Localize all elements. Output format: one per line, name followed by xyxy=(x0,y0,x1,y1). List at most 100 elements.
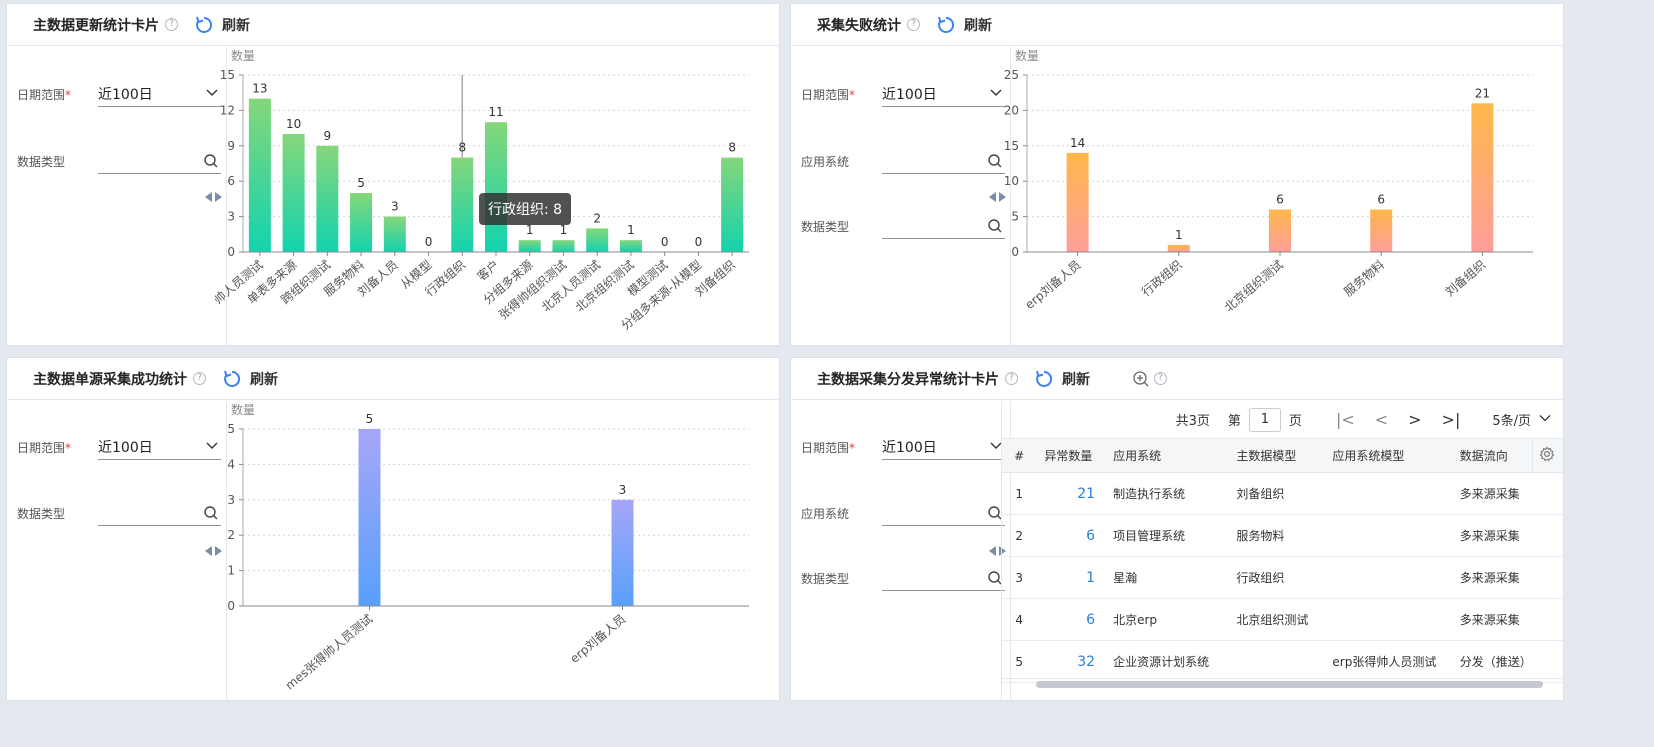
date-range-label: 日期范围* xyxy=(801,87,856,102)
data-label: 21 xyxy=(1475,86,1490,100)
bar xyxy=(1471,103,1494,252)
column-header[interactable]: 主数据模型 xyxy=(1228,438,1325,473)
table-row[interactable]: 4 6 北京erp 北京组织测试 多来源采集 xyxy=(1002,598,1563,641)
data-type-input[interactable] xyxy=(98,148,221,174)
data-type-input[interactable] xyxy=(882,565,1005,591)
cell-data-flow: 多来源采集 xyxy=(1451,598,1533,641)
date-range-filter: 日期范围* 近100日 xyxy=(17,434,222,460)
y-tick-label: 0 xyxy=(227,599,235,613)
data-label: 1 xyxy=(526,223,534,237)
date-range-select[interactable]: 近100日 xyxy=(882,81,1005,107)
y-tick-label: 3 xyxy=(227,210,235,224)
data-label: 1 xyxy=(1175,228,1183,242)
refresh-button[interactable]: 刷新 xyxy=(222,15,250,35)
data-label: 8 xyxy=(458,141,466,155)
refresh-icon[interactable] xyxy=(222,369,242,389)
help-icon[interactable]: ? xyxy=(165,18,178,31)
help-icon[interactable]: ? xyxy=(907,18,920,31)
table-row[interactable]: 5 32 企业资源计划系统 erp张得帅人员测试 分发（推送） xyxy=(1002,640,1563,683)
app-system-input[interactable] xyxy=(882,148,1005,174)
horizontal-scrollbar[interactable] xyxy=(1002,678,1563,688)
cell-data-flow: 多来源采集 xyxy=(1451,472,1533,515)
y-tick-label: 25 xyxy=(1004,68,1019,82)
card-title: 采集失败统计 xyxy=(817,17,901,34)
cell-app-system: 北京erp xyxy=(1105,598,1229,641)
cell-master-model xyxy=(1228,640,1325,683)
cell-app-system: 企业资源计划系统 xyxy=(1105,640,1229,683)
card-collect-distribute-exception-stats: 主数据采集分发异常统计卡片 ? 刷新 ? 日期范围* 近100日 应用系统 数据… xyxy=(790,357,1564,701)
data-type-label: 数据类型 xyxy=(17,154,66,169)
app-system-filter: 应用系统 xyxy=(801,500,1006,526)
cell-app-system: 制造执行系统 xyxy=(1105,472,1229,515)
y-axis-title: 数量 xyxy=(1015,48,1039,63)
date-range-select[interactable]: 近100日 xyxy=(98,81,221,107)
card-title: 主数据更新统计卡片 xyxy=(33,17,159,34)
row-index: 4 xyxy=(1002,598,1037,641)
exception-count-link[interactable]: 1 xyxy=(1036,556,1106,599)
zoom-in-icon[interactable] xyxy=(1132,370,1150,388)
refresh-icon[interactable] xyxy=(1034,369,1054,389)
refresh-button[interactable]: 刷新 xyxy=(250,369,278,389)
last-page-button[interactable]: >| xyxy=(1436,410,1467,429)
next-page-button[interactable]: > xyxy=(1402,410,1427,429)
gear-icon[interactable] xyxy=(1539,446,1555,465)
date-range-select[interactable]: 近100日 xyxy=(98,434,221,460)
column-header[interactable]: # xyxy=(1002,438,1037,473)
first-page-button[interactable]: |< xyxy=(1330,410,1361,429)
help-icon[interactable]: ? xyxy=(1154,372,1167,385)
cell-app-system: 星瀚 xyxy=(1105,556,1229,599)
refresh-icon[interactable] xyxy=(936,15,956,35)
app-system-input[interactable] xyxy=(882,500,1005,526)
y-tick-label: 5 xyxy=(227,422,235,436)
column-header[interactable]: 数据流向 xyxy=(1451,438,1533,473)
column-header[interactable]: 异常数量 xyxy=(1036,438,1106,473)
data-label: 1 xyxy=(627,223,635,237)
x-tick-label: erp刘备人员 xyxy=(567,612,628,666)
help-icon[interactable]: ? xyxy=(193,372,206,385)
bar xyxy=(1167,244,1190,252)
exception-count-link[interactable]: 32 xyxy=(1036,640,1106,683)
refresh-button[interactable]: 刷新 xyxy=(1062,369,1090,389)
pagination: 共3页 第 1 页 |< < > >| 5条/页 xyxy=(1002,401,1563,438)
column-settings[interactable] xyxy=(1532,438,1563,473)
y-tick-label: 0 xyxy=(227,245,235,259)
cell-app-system-model xyxy=(1324,556,1452,599)
data-type-input[interactable] xyxy=(882,213,1005,239)
page-number-input[interactable]: 1 xyxy=(1248,407,1281,432)
scrollbar-thumb[interactable] xyxy=(1036,681,1543,688)
date-range-label: 日期范围* xyxy=(17,440,72,455)
y-tick-label: 2 xyxy=(227,528,235,542)
data-type-label: 数据类型 xyxy=(17,506,66,521)
prev-page-button[interactable]: < xyxy=(1369,410,1394,429)
table-row[interactable]: 1 21 制造执行系统 刘备组织 多来源采集 xyxy=(1002,472,1563,515)
bar xyxy=(485,122,507,252)
date-range-label: 日期范围* xyxy=(17,87,72,102)
card-collect-failure-stats: 采集失败统计 ? 刷新 日期范围* 近100日 应用系统 数据类型 数量 0 5… xyxy=(790,3,1564,346)
card-title: 主数据单源采集成功统计 xyxy=(33,371,187,388)
data-label: 3 xyxy=(391,200,399,214)
refresh-button[interactable]: 刷新 xyxy=(964,15,992,35)
row-index: 1 xyxy=(1002,472,1037,515)
page-size-select[interactable]: 5条/页 xyxy=(1492,410,1551,429)
data-label: 1 xyxy=(560,223,568,237)
exception-count-link[interactable]: 6 xyxy=(1036,514,1106,557)
exception-count-link[interactable]: 21 xyxy=(1036,472,1106,515)
data-label: 0 xyxy=(661,235,669,249)
date-range-select[interactable]: 近100日 xyxy=(882,434,1005,460)
data-type-input[interactable] xyxy=(98,500,221,526)
help-icon[interactable]: ? xyxy=(1005,372,1018,385)
column-header[interactable]: 应用系统模型 xyxy=(1324,438,1452,473)
date-range-value: 近100日 xyxy=(882,86,937,103)
cell-app-system-model xyxy=(1324,598,1452,641)
y-tick-label: 20 xyxy=(1004,103,1019,117)
card-single-source-success-stats: 主数据单源采集成功统计 ? 刷新 日期范围* 近100日 数据类型 数量 0 1 2 3… xyxy=(6,357,780,701)
exception-count-link[interactable]: 6 xyxy=(1036,598,1106,641)
date-range-value: 近100日 xyxy=(98,439,153,456)
y-tick-label: 1 xyxy=(227,564,235,578)
table-row[interactable]: 2 6 项目管理系统 服务物料 多来源采集 xyxy=(1002,514,1563,557)
bar xyxy=(552,240,575,252)
column-header[interactable]: 应用系统 xyxy=(1105,438,1229,473)
refresh-icon[interactable] xyxy=(194,15,214,35)
table-row[interactable]: 3 1 星瀚 行政组织 多来源采集 xyxy=(1002,556,1563,599)
data-label: 0 xyxy=(695,235,703,249)
